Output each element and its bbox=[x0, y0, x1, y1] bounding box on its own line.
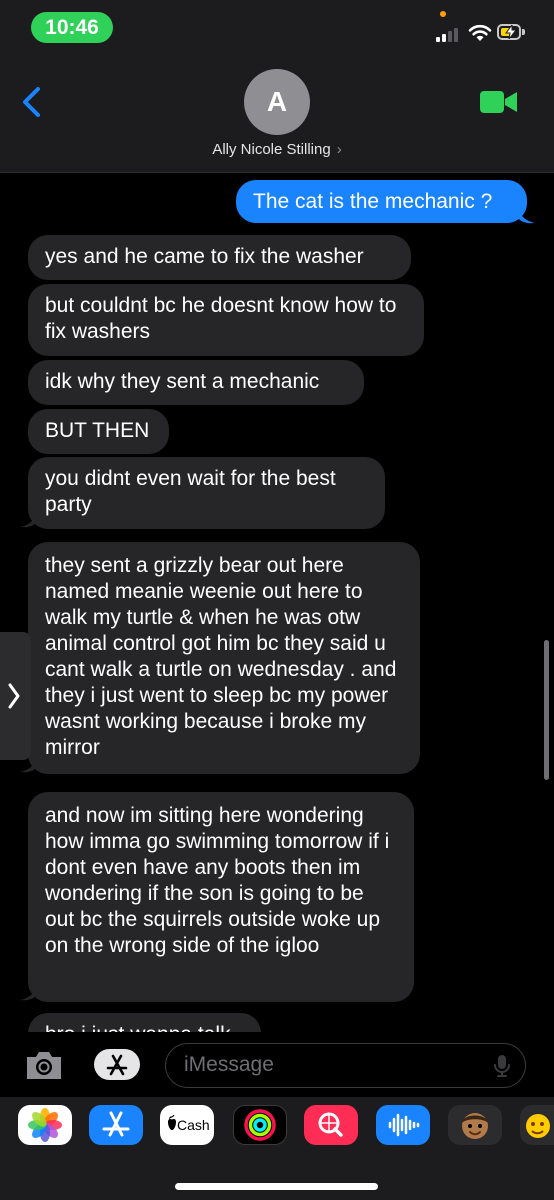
battery-icon bbox=[497, 24, 521, 40]
apple-cash-app-icon[interactable]: Cash bbox=[160, 1105, 214, 1145]
cellular-signal-icon bbox=[436, 26, 462, 42]
contact-name-row[interactable]: Ally Nicole Stilling › bbox=[0, 141, 554, 158]
incoming-message[interactable]: and now im sitting here wondering how im… bbox=[28, 792, 414, 1002]
activity-app-icon[interactable] bbox=[233, 1105, 287, 1145]
incoming-message[interactable]: idk why they sent a mechanic bbox=[28, 360, 364, 405]
incoming-bubble-tail bbox=[20, 982, 38, 1001]
contact-avatar[interactable]: A bbox=[244, 69, 310, 135]
home-indicator[interactable] bbox=[175, 1183, 378, 1190]
back-chevron-icon[interactable] bbox=[20, 86, 44, 118]
outgoing-message[interactable]: The cat is the mechanic ? bbox=[236, 180, 527, 223]
status-time[interactable]: 10:46 bbox=[31, 12, 113, 43]
facetime-video-icon[interactable] bbox=[480, 90, 518, 114]
message-thread[interactable]: The cat is the mechanic ? yes and he cam… bbox=[0, 172, 554, 1032]
battery-cap bbox=[522, 29, 525, 35]
compose-bar: iMessage bbox=[0, 1032, 554, 1097]
contact-name: Ally Nicole Stilling bbox=[212, 141, 331, 158]
app-store-icon bbox=[106, 1054, 128, 1076]
audio-message-app-icon[interactable] bbox=[376, 1105, 430, 1145]
photos-app-icon[interactable] bbox=[18, 1105, 72, 1145]
camera-icon[interactable] bbox=[24, 1049, 64, 1081]
app-drawer-button[interactable] bbox=[94, 1049, 140, 1080]
incoming-message[interactable]: they sent a grizzly bear out here named … bbox=[28, 542, 420, 774]
message-input[interactable]: iMessage bbox=[165, 1043, 526, 1088]
contact-details-chevron-icon: › bbox=[336, 141, 342, 158]
message-input-placeholder: iMessage bbox=[184, 1053, 274, 1076]
incoming-message[interactable]: BUT THEN bbox=[28, 409, 169, 454]
conversation-header: 10:46 A Ally Nicole Stilling › bbox=[0, 0, 554, 173]
side-drawer-handle[interactable] bbox=[0, 632, 31, 760]
outgoing-bubble-tail bbox=[517, 205, 535, 224]
memoji-app-icon[interactable] bbox=[448, 1105, 502, 1145]
app-store-app-icon[interactable] bbox=[89, 1105, 143, 1145]
incoming-message[interactable]: yes and he came to fix the washer bbox=[28, 235, 411, 280]
incoming-message-partial[interactable]: bro i just wanna talk bbox=[28, 1013, 261, 1032]
microphone-icon[interactable] bbox=[494, 1054, 510, 1078]
image-search-app-icon[interactable] bbox=[304, 1105, 358, 1145]
mic-in-use-indicator bbox=[440, 11, 446, 17]
cash-label: Cash bbox=[177, 1117, 210, 1133]
incoming-message[interactable]: but couldnt bc he doesnt know how to fix… bbox=[28, 284, 424, 356]
scroll-indicator[interactable] bbox=[544, 640, 549, 780]
incoming-message[interactable]: you didnt even wait for the best party bbox=[28, 457, 385, 529]
wifi-icon bbox=[468, 24, 492, 41]
memoji-stickers-app-icon[interactable] bbox=[520, 1105, 554, 1145]
incoming-bubble-tail bbox=[20, 509, 38, 528]
chevron-right-icon bbox=[8, 683, 20, 709]
